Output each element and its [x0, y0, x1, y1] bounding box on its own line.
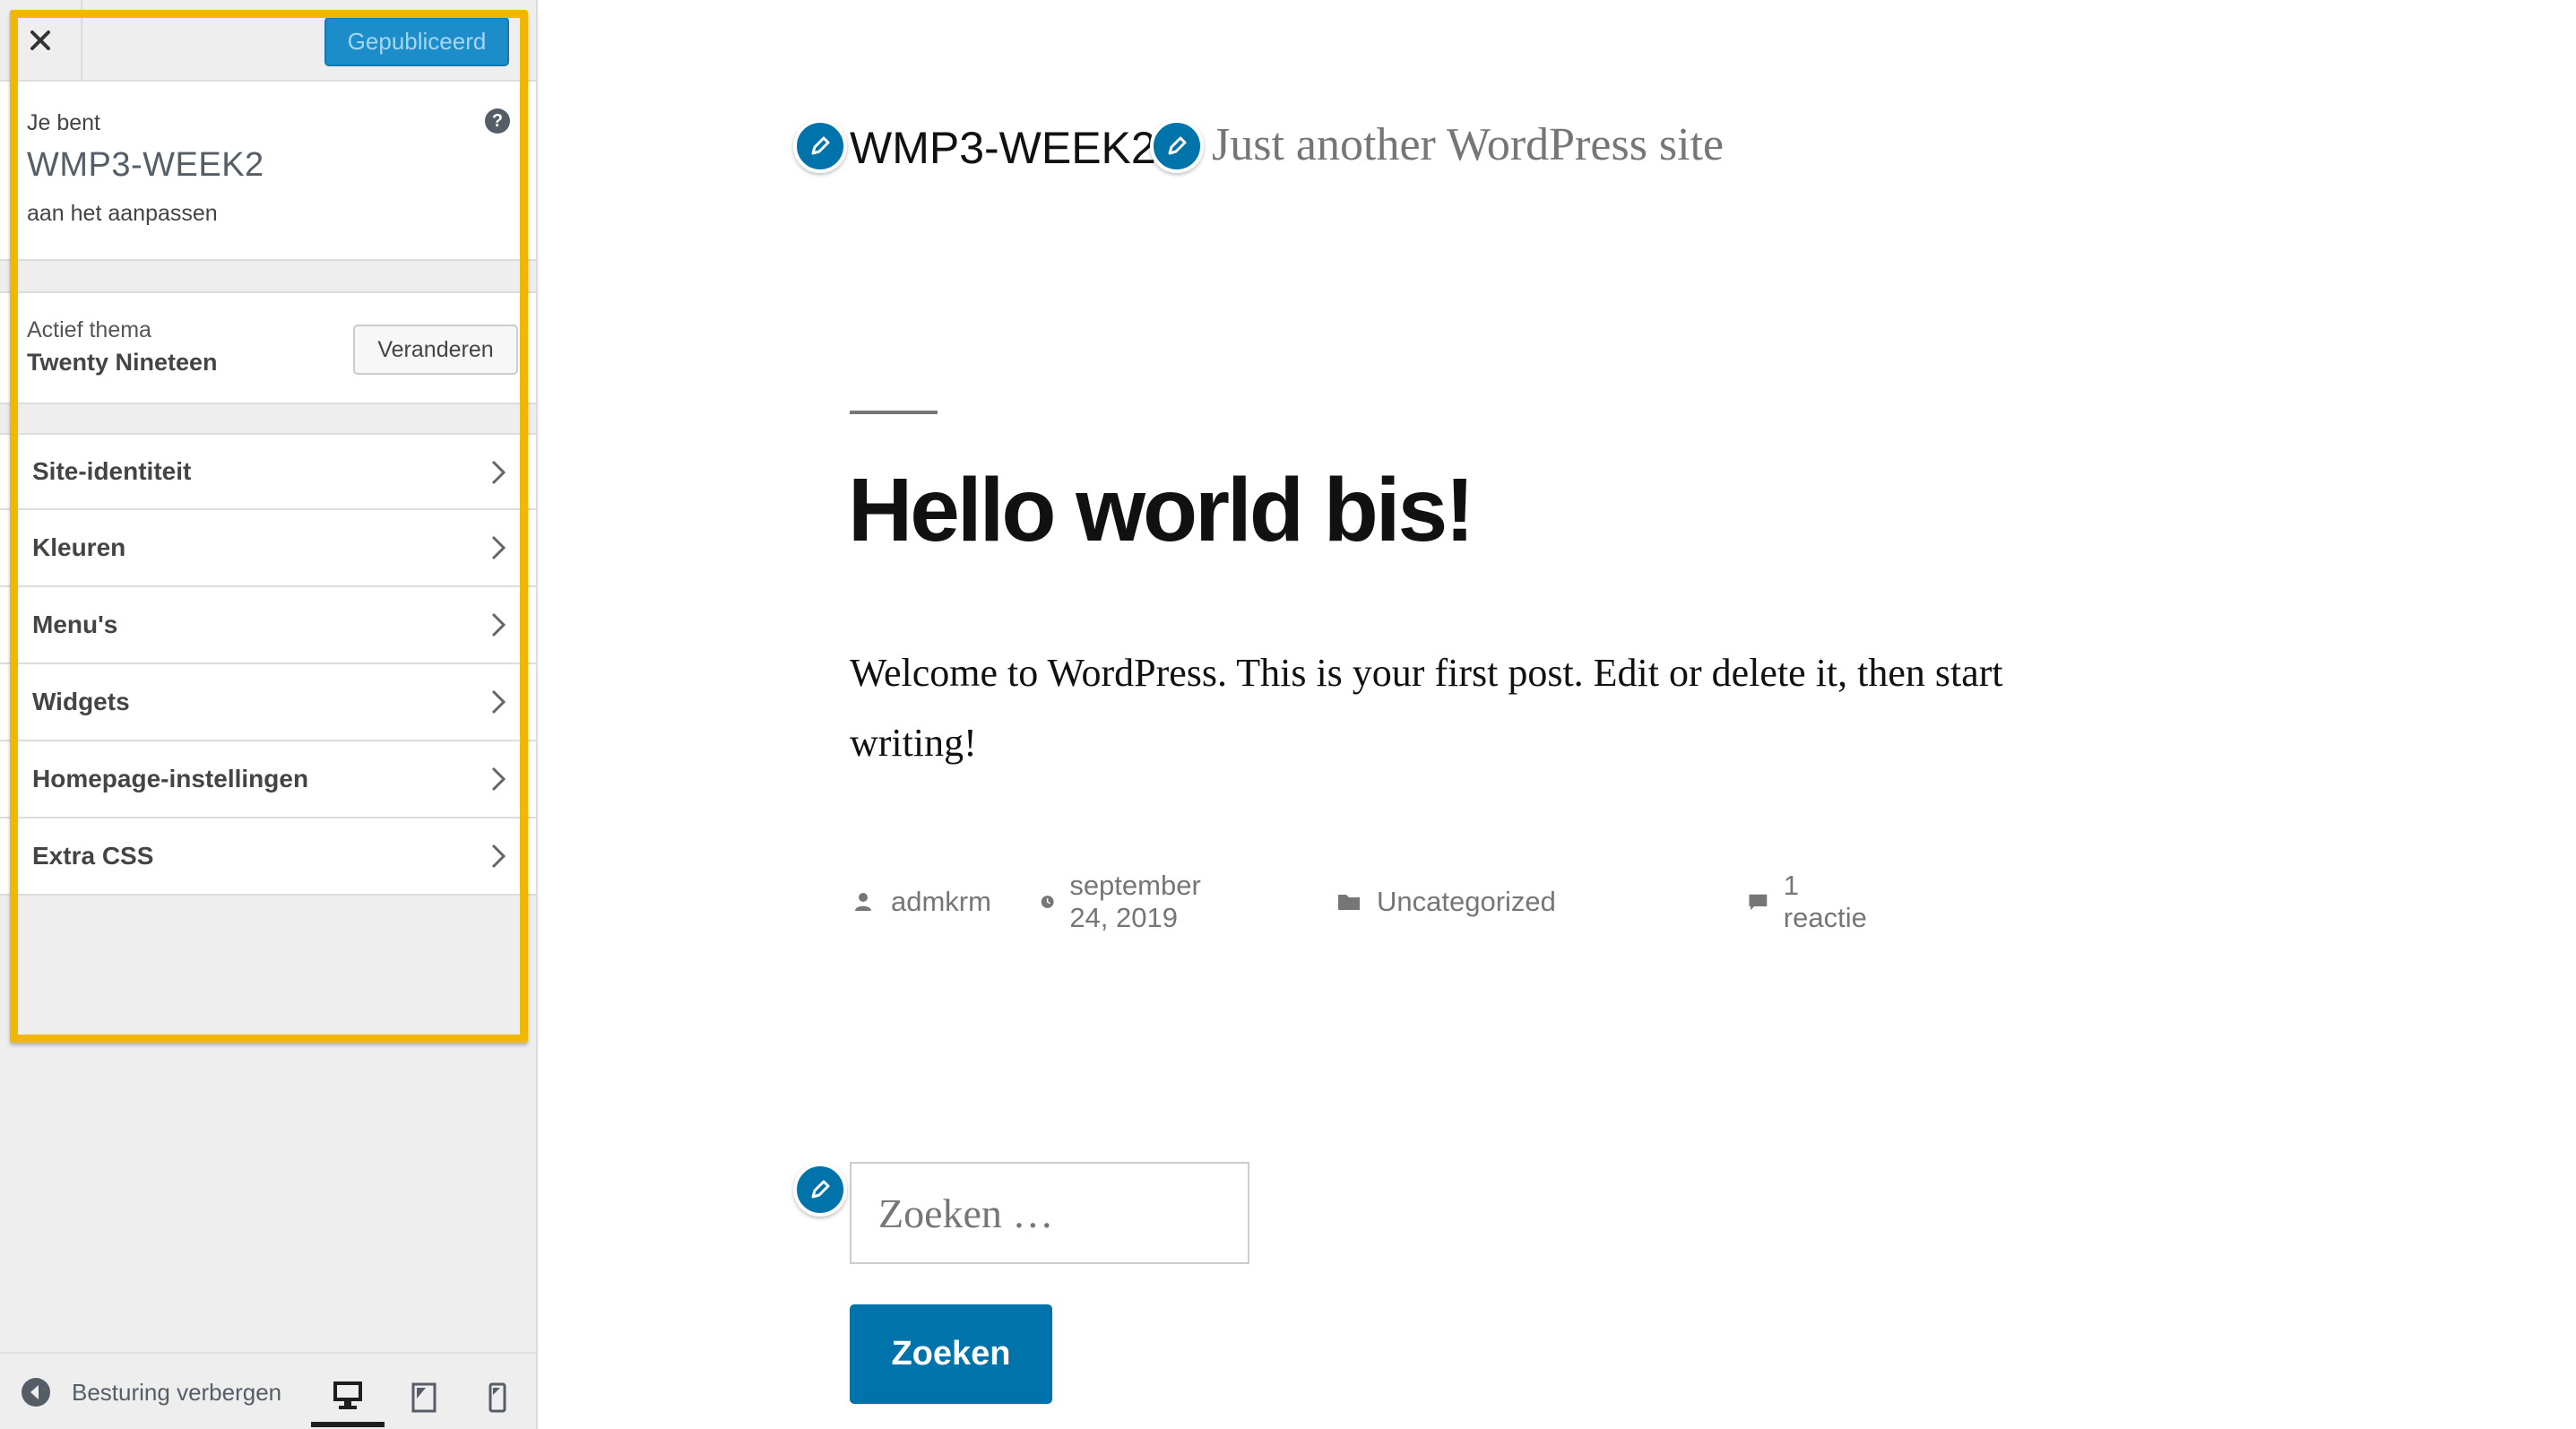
author-link[interactable]: admkrm: [891, 886, 991, 918]
section-label: Menu's: [32, 611, 118, 638]
active-theme-panel: Actief thema Twenty Nineteen Veranderen: [0, 291, 536, 404]
customizer-header: Gepubliceerd: [0, 0, 536, 82]
customizer-sidebar: Gepubliceerd Je bent WMP3-WEEK2 aan het …: [0, 0, 538, 1429]
meta-author[interactable]: admkrm: [850, 882, 991, 922]
collapse-label: Besturing verbergen: [72, 1378, 282, 1406]
user-icon: [855, 893, 871, 911]
section-label: Homepage-instellingen: [32, 765, 309, 792]
section-widgets[interactable]: Widgets: [0, 664, 536, 741]
section-label: Widgets: [32, 688, 130, 715]
section-label: Kleuren: [32, 533, 126, 561]
date-link[interactable]: september 24, 2019: [1069, 870, 1212, 934]
customizer-sections: Site-identiteit Kleuren Menu's Widgets H…: [0, 433, 536, 896]
search-input[interactable]: [850, 1162, 1249, 1264]
customizer-info: Je bent WMP3-WEEK2 aan het aanpassen ?: [0, 82, 536, 261]
publish-button[interactable]: Gepubliceerd: [324, 17, 509, 66]
tablet-icon: [411, 1382, 437, 1413]
site-preview: WMP3-WEEK2 Just another WordPress site H…: [538, 0, 2576, 1429]
section-label: Extra CSS: [32, 842, 154, 870]
chevron-right-icon: [491, 844, 506, 869]
pencil-icon: [811, 1180, 830, 1199]
pencil-icon: [1168, 136, 1187, 155]
site-title[interactable]: WMP3-WEEK2: [850, 122, 1156, 174]
comment-icon: [1749, 894, 1768, 911]
meta-comments[interactable]: 1 reactie: [1747, 870, 1871, 933]
close-button[interactable]: [0, 0, 82, 80]
desktop-icon: [333, 1381, 362, 1409]
device-mobile-button[interactable]: [461, 1368, 534, 1427]
section-colors[interactable]: Kleuren: [0, 510, 536, 587]
section-site-identity[interactable]: Site-identiteit: [0, 433, 536, 510]
info-site-name: WMP3-WEEK2: [27, 146, 264, 184]
edit-search-widget-button[interactable]: [793, 1163, 847, 1217]
edit-tagline-button[interactable]: [1150, 119, 1204, 173]
section-homepage-settings[interactable]: Homepage-instellingen: [0, 741, 536, 818]
theme-name: Twenty Nineteen: [27, 349, 218, 376]
collapse-sidebar-button[interactable]: Besturing verbergen: [20, 1372, 281, 1413]
post-content: Welcome to WordPress. This is your first…: [850, 651, 2003, 765]
chevron-right-icon: [491, 612, 506, 637]
chevron-right-icon: [491, 535, 506, 560]
section-menus[interactable]: Menu's: [0, 587, 536, 664]
title-divider: [850, 411, 938, 414]
edit-site-title-button[interactable]: [793, 119, 847, 173]
search-button[interactable]: Zoeken: [850, 1304, 1052, 1404]
post-title[interactable]: Hello world bis!: [848, 459, 1474, 562]
info-suffix: aan het aanpassen: [27, 201, 218, 226]
customizer-footer: Besturing verbergen: [0, 1352, 536, 1429]
chevron-right-icon: [491, 689, 506, 714]
section-label: Site-identiteit: [32, 457, 192, 485]
chevron-right-icon: [491, 766, 506, 792]
category-link[interactable]: Uncategorized: [1377, 886, 1556, 918]
folder-icon: [1338, 895, 1360, 910]
help-icon[interactable]: ?: [485, 108, 510, 134]
device-desktop-button[interactable]: [311, 1368, 385, 1427]
meta-category[interactable]: Uncategorized: [1336, 882, 1556, 922]
clock-icon: [1041, 896, 1054, 908]
mobile-icon: [488, 1382, 506, 1413]
comments-link[interactable]: 1 reactie: [1784, 870, 1871, 934]
close-icon: [30, 30, 50, 50]
section-extra-css[interactable]: Extra CSS: [0, 818, 536, 896]
site-tagline: Just another WordPress site: [1212, 119, 1725, 170]
chevron-right-icon: [491, 460, 506, 485]
change-theme-button[interactable]: Veranderen: [353, 325, 518, 375]
collapse-arrow-icon: [22, 1378, 50, 1407]
device-tablet-button[interactable]: [387, 1368, 461, 1427]
info-prefix: Je bent: [27, 110, 101, 135]
meta-date[interactable]: september 24, 2019: [1040, 870, 1212, 933]
theme-label: Actief thema: [27, 317, 151, 342]
pencil-icon: [811, 136, 830, 155]
